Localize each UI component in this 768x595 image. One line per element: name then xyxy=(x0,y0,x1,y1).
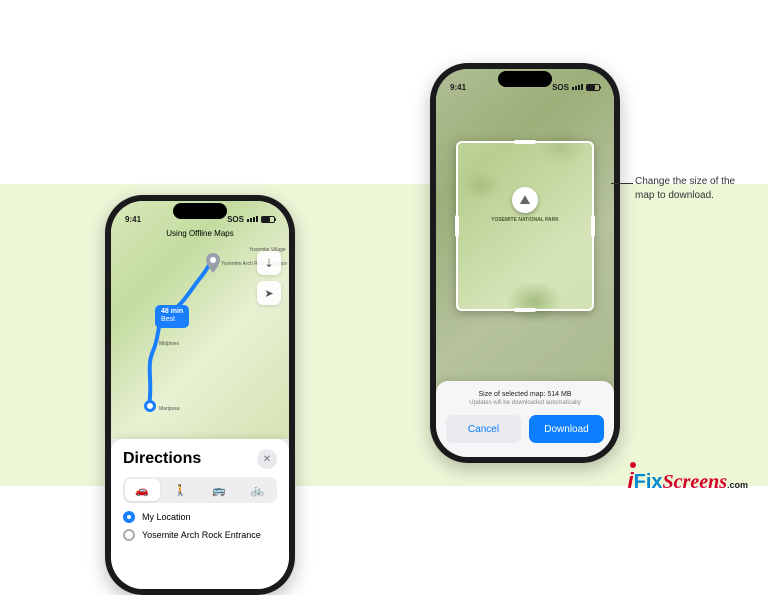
cell-bars-icon xyxy=(572,84,583,90)
resize-handle-bottom[interactable] xyxy=(514,308,536,312)
waypoint-start[interactable]: My Location xyxy=(123,511,277,523)
waypoint-dest-icon xyxy=(123,529,135,541)
status-sos: SOS xyxy=(552,83,569,92)
map-view[interactable]: Using Offline Maps ⇣ ➤ Yosemite Arch Roc… xyxy=(111,201,289,439)
route-line xyxy=(141,259,251,419)
screen-left: 9:41 SOS Using Offline Maps ⇣ ➤ Yosemite… xyxy=(111,201,289,589)
resize-handle-top[interactable] xyxy=(514,140,536,144)
close-icon: ✕ xyxy=(263,454,271,465)
park-name-label: YOSEMITE NATIONAL PARK xyxy=(436,217,614,223)
battery-icon xyxy=(586,84,600,91)
offline-mode-button[interactable]: ⇣ xyxy=(257,251,281,275)
close-button[interactable]: ✕ xyxy=(257,449,277,469)
current-location-dot-icon xyxy=(144,400,156,412)
mode-bike[interactable]: 🚲 xyxy=(241,479,276,501)
status-sos: SOS xyxy=(227,215,244,224)
mode-car[interactable]: 🚗 xyxy=(125,479,160,501)
status-right: SOS xyxy=(552,83,600,92)
waypoint-list: My Location Yosemite Arch Rock Entrance xyxy=(123,511,277,541)
status-right: SOS xyxy=(227,215,275,224)
locate-me-button[interactable]: ➤ xyxy=(257,281,281,305)
route-time-bubble[interactable]: 48 min Best xyxy=(155,305,189,328)
route-tag: Best xyxy=(161,316,183,324)
label-mariposa: Mariposa xyxy=(159,406,180,412)
ifixscreens-logo: iFixScreens.com xyxy=(628,468,749,494)
cancel-button[interactable]: Cancel xyxy=(446,415,521,443)
waypoint-start-label: My Location xyxy=(142,512,191,522)
destination-pin-icon[interactable] xyxy=(205,253,221,278)
waypoint-dest[interactable]: Yosemite Arch Rock Entrance xyxy=(123,529,277,541)
directions-heading: Directions xyxy=(123,450,201,468)
transport-mode-selector: 🚗 🚶 🚌 🚲 xyxy=(123,477,277,503)
logo-com: .com xyxy=(727,480,748,490)
label-midpines: Midpines xyxy=(159,341,179,347)
callout-line xyxy=(611,183,633,184)
download-sheet: Size of selected map: 514 MB Updates wil… xyxy=(436,381,614,457)
status-time: 9:41 xyxy=(450,83,466,92)
screen-right: 9:41 SOS ⛰ YOSEMITE NATIONAL PARK Size o… xyxy=(436,69,614,457)
battery-icon xyxy=(261,216,275,223)
download-selection-rect[interactable] xyxy=(456,141,594,311)
status-time: 9:41 xyxy=(125,215,141,224)
annotation-callout: Change the size of the map to download. xyxy=(635,175,750,202)
directions-sheet[interactable]: Directions ✕ 🚗 🚶 🚌 🚲 My Location Yosemit… xyxy=(111,439,289,589)
map-controls: ⇣ ➤ xyxy=(257,251,281,305)
mode-transit[interactable]: 🚌 xyxy=(202,479,237,501)
map-hint-text: Updates will be downloaded automatically xyxy=(446,400,604,406)
waypoint-dest-label: Yosemite Arch Rock Entrance xyxy=(142,530,261,540)
phone-right: 9:41 SOS ⛰ YOSEMITE NATIONAL PARK Size o… xyxy=(430,63,620,463)
phone-left: 9:41 SOS Using Offline Maps ⇣ ➤ Yosemite… xyxy=(105,195,295,595)
dynamic-island xyxy=(498,71,552,87)
logo-dot-icon xyxy=(630,462,636,468)
map-size-text: Size of selected map: 514 MB xyxy=(446,391,604,398)
logo-screens: Screens xyxy=(663,471,727,493)
logo-fix: Fix xyxy=(634,471,663,493)
park-marker-icon[interactable]: ⛰ xyxy=(512,187,538,213)
dynamic-island xyxy=(173,203,227,219)
route-time: 48 min xyxy=(161,308,183,316)
waypoint-start-icon xyxy=(123,511,135,523)
mode-walk[interactable]: 🚶 xyxy=(164,479,199,501)
cell-bars-icon xyxy=(247,216,258,222)
download-button[interactable]: Download xyxy=(529,415,604,443)
callout-text: Change the size of the map to download. xyxy=(635,176,735,201)
